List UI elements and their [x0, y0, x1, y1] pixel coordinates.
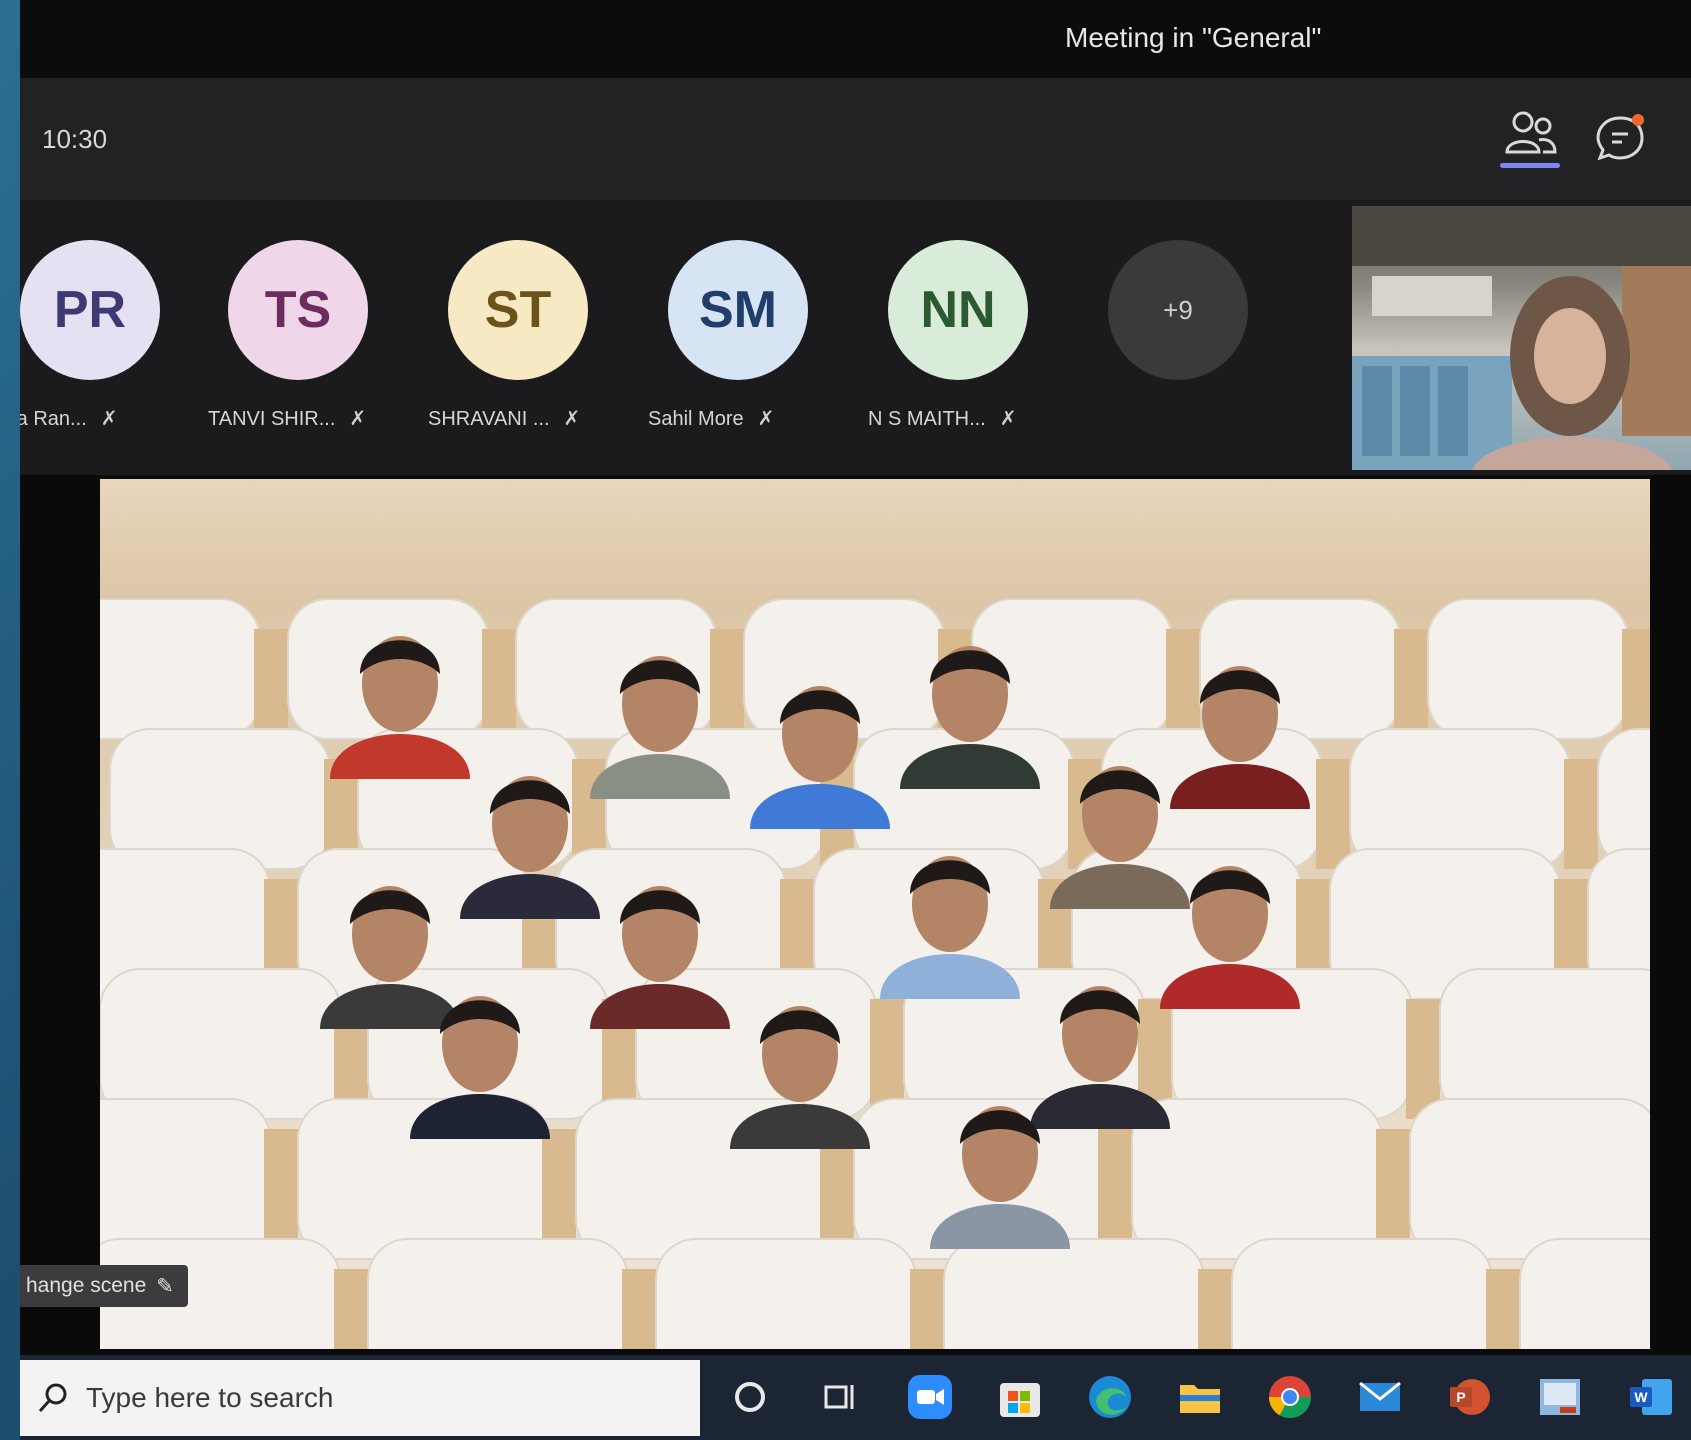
- svg-text:P: P: [1456, 1389, 1465, 1405]
- seat-divider: [1316, 759, 1350, 869]
- participant-tile[interactable]: PR rva Ran... ✗: [20, 240, 220, 430]
- participant-name: TANVI SHIR...: [208, 408, 336, 430]
- seat: [100, 598, 261, 740]
- participant-name: rva Ran...: [20, 408, 87, 430]
- store-icon[interactable]: [995, 1372, 1045, 1422]
- seat-divider: [1622, 629, 1650, 739]
- meeting-title: Meeting in "General": [1065, 22, 1322, 53]
- windows-taskbar: P W: [20, 1355, 1691, 1440]
- seat: [367, 1238, 629, 1349]
- svg-text:W: W: [1634, 1389, 1648, 1405]
- desktop-background: Meeting in "General" 10:30 PR rv: [0, 0, 1691, 1440]
- photo-app-icon[interactable]: [1535, 1372, 1585, 1422]
- avatar: ST: [448, 240, 588, 380]
- search-input[interactable]: [86, 1382, 606, 1414]
- seat-divider: [622, 1269, 656, 1349]
- mic-off-icon: ✗: [757, 408, 775, 430]
- file-explorer-icon[interactable]: [1175, 1372, 1225, 1422]
- participant-tile[interactable]: SM Sahil More ✗: [648, 240, 868, 430]
- seat-divider: [334, 1269, 368, 1349]
- taskbar-search[interactable]: [20, 1360, 700, 1436]
- change-scene-label: hange scene: [26, 1274, 147, 1297]
- avatar: PR: [20, 240, 160, 380]
- participant-tile[interactable]: ST SHRAVANI ... ✗: [428, 240, 648, 430]
- teams-window: Meeting in "General" 10:30 PR rv: [20, 0, 1691, 1440]
- participant-name: SHRAVANI ...: [428, 408, 550, 430]
- seat-divider: [1198, 1269, 1232, 1349]
- zoom-icon[interactable]: [905, 1372, 955, 1422]
- title-bar: Meeting in "General": [20, 0, 1691, 78]
- search-icon: [38, 1383, 67, 1413]
- avatar: NN: [888, 240, 1028, 380]
- seat-divider: [910, 1269, 944, 1349]
- avatar-initials: ST: [484, 281, 552, 339]
- change-scene-button[interactable]: hange scene ✎: [20, 1265, 188, 1307]
- mic-off-icon: ✗: [563, 408, 581, 430]
- pencil-icon: ✎: [156, 1274, 174, 1298]
- avatar: SM: [668, 240, 808, 380]
- meeting-stage: hange scene ✎: [20, 475, 1691, 1355]
- together-mode-scene: [100, 479, 1650, 1349]
- seat-divider: [254, 629, 288, 739]
- meeting-toolbar: 10:30: [20, 78, 1691, 200]
- avatar: TS: [228, 240, 368, 380]
- seat: [943, 1238, 1205, 1349]
- seat-divider: [1486, 1269, 1520, 1349]
- seat: [100, 968, 341, 1120]
- seat-divider: [1564, 759, 1598, 869]
- seat: [1427, 598, 1629, 740]
- participant-name: Sahil More: [648, 408, 744, 430]
- seat-divider: [710, 629, 744, 739]
- avatar-initials: TS: [264, 281, 332, 339]
- auditorium-seats: [100, 598, 1650, 1349]
- show-conversation-button[interactable]: [1590, 108, 1650, 168]
- seat: [655, 1238, 917, 1349]
- video-feed: [1352, 206, 1691, 470]
- avatar-initials: PR: [53, 281, 127, 339]
- cortana-icon[interactable]: [725, 1372, 775, 1422]
- seat: [1519, 1238, 1650, 1349]
- participant-tile[interactable]: NN N S MAITH... ✗: [868, 240, 1088, 430]
- mic-off-icon: ✗: [349, 408, 367, 430]
- active-tab-indicator: [1500, 163, 1560, 168]
- meeting-timer: 10:30: [42, 124, 108, 154]
- seat: [1409, 1098, 1650, 1260]
- avatar-initials: NN: [920, 281, 996, 339]
- seat: [100, 1098, 271, 1260]
- seat: [1439, 968, 1650, 1120]
- avatar-initials: SM: [699, 281, 777, 339]
- mic-off-icon: ✗: [100, 408, 118, 430]
- mic-off-icon: ✗: [999, 408, 1017, 430]
- seat-divider: [1166, 629, 1200, 739]
- powerpoint-icon[interactable]: P: [1445, 1372, 1495, 1422]
- self-video-preview[interactable]: [1352, 206, 1691, 470]
- task-view-icon[interactable]: [815, 1372, 865, 1422]
- mail-icon[interactable]: [1355, 1372, 1405, 1422]
- unread-dot: [1632, 114, 1644, 126]
- edge-icon[interactable]: [1085, 1372, 1135, 1422]
- chrome-icon[interactable]: [1265, 1372, 1315, 1422]
- more-participants-button[interactable]: +9: [1108, 240, 1248, 380]
- participant-name: N S MAITH...: [868, 408, 986, 430]
- seat-divider: [482, 629, 516, 739]
- people-icon: [1505, 111, 1557, 154]
- participant-tile[interactable]: TS TANVI SHIR... ✗: [208, 240, 428, 430]
- seat: [1231, 1238, 1493, 1349]
- show-participants-button[interactable]: [1495, 108, 1565, 168]
- seat-divider: [1394, 629, 1428, 739]
- word-icon[interactable]: W: [1625, 1372, 1675, 1422]
